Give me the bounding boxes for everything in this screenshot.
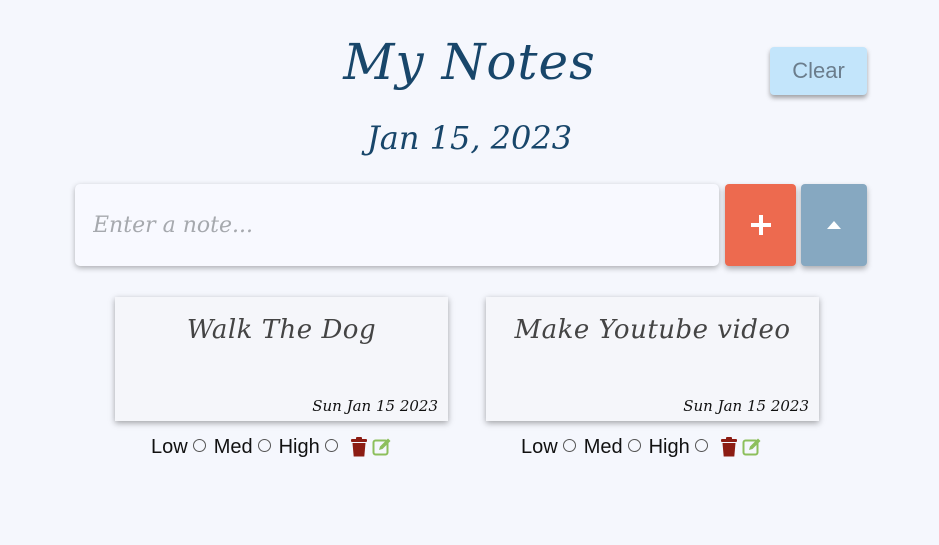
add-note-button[interactable]: [725, 184, 796, 266]
note-card: Walk The Dog Sun Jan 15 2023: [115, 297, 448, 421]
edit-icon[interactable]: [742, 437, 762, 457]
caret-up-icon: [827, 221, 841, 229]
priority-low-radio[interactable]: [562, 438, 576, 452]
priority-low-label: Low: [151, 435, 188, 458]
clear-button[interactable]: Clear: [770, 47, 867, 95]
note-controls: Low Med High: [151, 435, 392, 459]
edit-icon[interactable]: [372, 437, 392, 457]
note-input[interactable]: [75, 184, 719, 266]
trash-icon[interactable]: [350, 437, 368, 457]
priority-high-radio[interactable]: [694, 438, 708, 452]
note-date: Sun Jan 15 2023: [683, 397, 809, 415]
note-controls: Low Med High: [521, 435, 762, 459]
priority-med-label: Med: [213, 435, 253, 458]
trash-icon[interactable]: [720, 437, 738, 457]
priority-low-label: Low: [521, 435, 558, 458]
priority-high-label: High: [278, 435, 320, 458]
note-text: Walk The Dog: [186, 315, 377, 345]
priority-med-radio[interactable]: [627, 438, 641, 452]
plus-icon: [750, 215, 771, 235]
priority-med-radio[interactable]: [257, 438, 271, 452]
note-date: Sun Jan 15 2023: [312, 397, 438, 415]
priority-low-radio[interactable]: [192, 438, 206, 452]
note-card: Make Youtube video Sun Jan 15 2023: [486, 297, 819, 421]
priority-high-radio[interactable]: [324, 438, 338, 452]
current-date: Jan 15, 2023: [366, 119, 573, 157]
note-text: Make Youtube video: [514, 315, 791, 345]
priority-high-label: High: [648, 435, 690, 458]
priority-med-label: Med: [583, 435, 623, 458]
collapse-button[interactable]: [801, 184, 867, 266]
